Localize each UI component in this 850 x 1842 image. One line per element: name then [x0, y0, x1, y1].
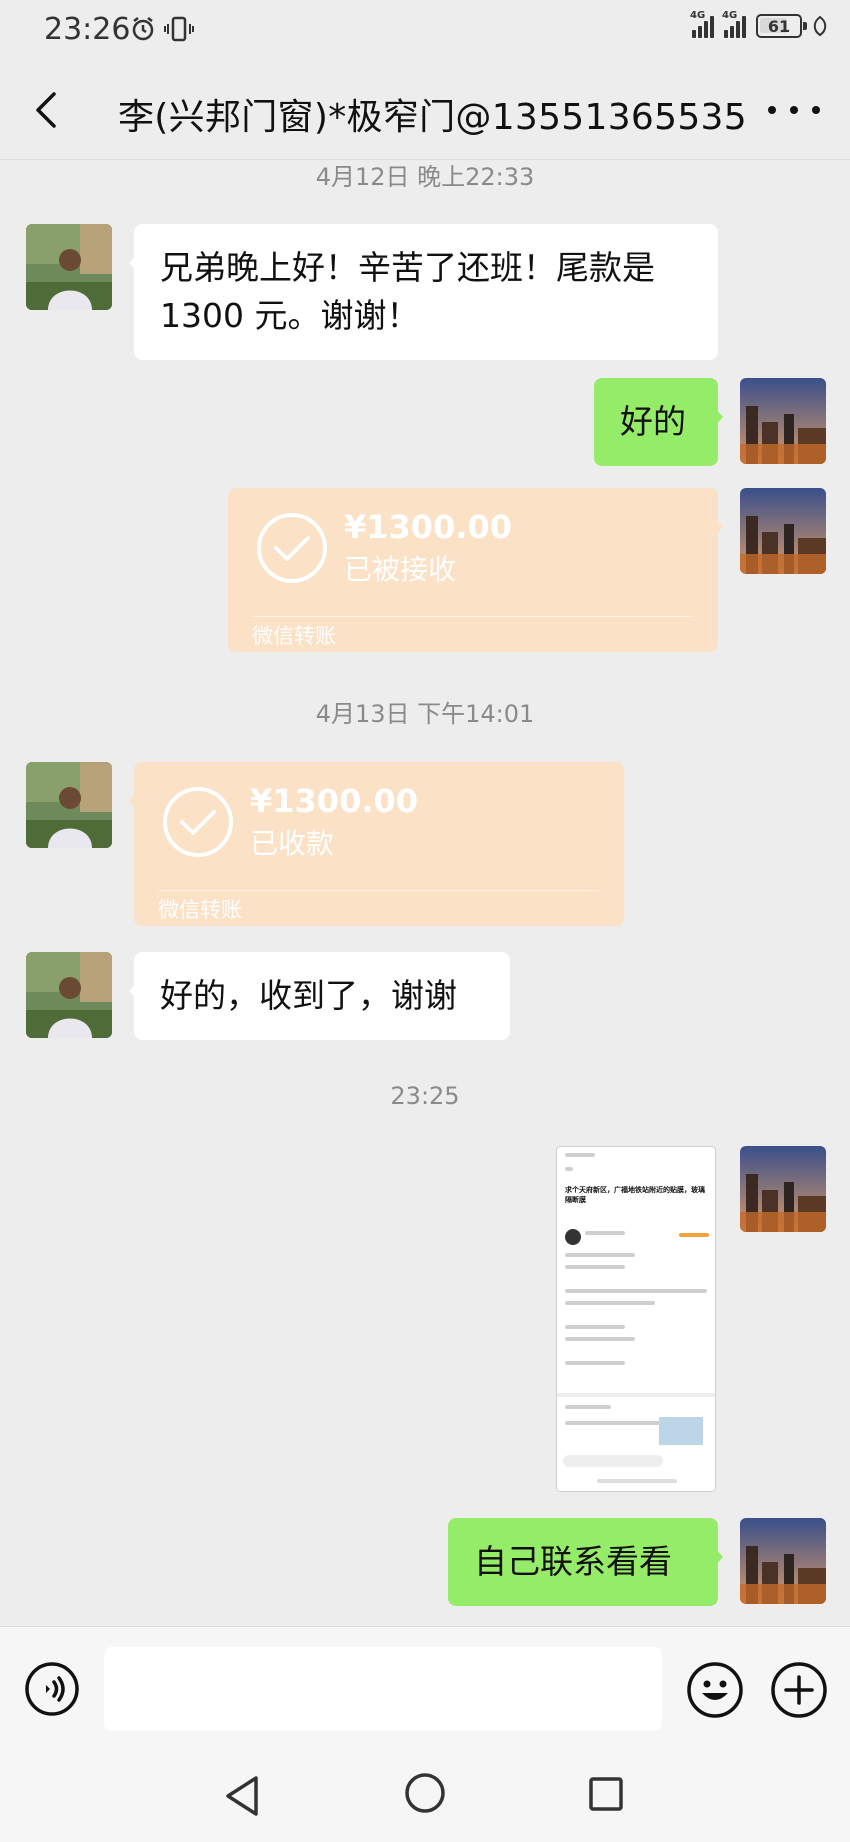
mini-line	[565, 1265, 625, 1269]
system-nav-bar	[0, 1750, 850, 1842]
mini-line	[565, 1301, 655, 1305]
timestamp: 4月12日 晚上22:33	[315, 163, 535, 191]
more-dot	[768, 106, 776, 114]
timestamp: 23:25	[390, 1082, 460, 1110]
transfer-divider	[158, 890, 600, 891]
emoji-button[interactable]	[686, 1661, 744, 1719]
message-bubble-incoming[interactable]: 好的，收到了，谢谢	[129, 952, 510, 1040]
signal-icon-1: 4G	[690, 10, 714, 38]
image-message[interactable]: 求个天府新区，广福地铁站附近的贴膜，玻璃隔断膜	[556, 1146, 716, 1492]
voice-button[interactable]	[24, 1661, 80, 1717]
transfer-divider	[252, 616, 694, 617]
mini-line	[565, 1253, 635, 1257]
message-input[interactable]	[104, 1647, 662, 1731]
my-avatar[interactable]	[740, 1146, 826, 1232]
message-bubble-outgoing[interactable]: 好的	[594, 378, 723, 466]
contact-avatar[interactable]	[26, 762, 112, 848]
mini-line	[585, 1231, 625, 1235]
mini-line	[565, 1421, 661, 1425]
my-avatar[interactable]	[740, 378, 826, 464]
nav-recent-button[interactable]	[588, 1776, 624, 1812]
back-button[interactable]	[24, 86, 72, 134]
message-bubble-outgoing[interactable]: 自己联系看看	[448, 1518, 723, 1606]
status-bar: 23:26 4G 4G 61	[0, 0, 850, 60]
check-circle-icon	[257, 513, 327, 583]
transfer-card-outgoing[interactable]: ¥1300.00 已被接收 微信转账	[228, 488, 723, 652]
mini-avatar	[565, 1229, 581, 1245]
mini-thumbnail	[659, 1417, 703, 1445]
message-bubble-incoming[interactable]: 兄弟晚上好！辛苦了还班！尾款是1300 元。谢谢！	[129, 224, 718, 360]
transfer-amount: ¥1300.00	[250, 782, 419, 820]
mini-line	[565, 1405, 611, 1409]
transfer-amount: ¥1300.00	[344, 508, 513, 546]
mini-follow	[679, 1233, 709, 1237]
my-avatar[interactable]	[740, 1518, 826, 1604]
signal-icon-2: 4G	[722, 10, 746, 38]
transfer-footer: 微信转账	[158, 898, 242, 922]
battery-icon: 61	[756, 14, 807, 38]
chat-title: 李(兴邦门窗)*极窄门@13551365535	[118, 97, 747, 138]
leaf-icon	[813, 15, 827, 37]
transfer-status: 已被接收	[344, 553, 457, 586]
contact-avatar[interactable]	[26, 952, 112, 1038]
transfer-status: 已收款	[250, 827, 335, 860]
image-title: 求个天府新区，广福地铁站附近的贴膜，玻璃隔断膜	[565, 1186, 705, 1204]
mini-line	[565, 1337, 635, 1341]
input-bar	[0, 1626, 850, 1750]
more-options-button[interactable]	[768, 92, 820, 128]
mini-comment	[563, 1455, 663, 1467]
mini-line	[565, 1289, 707, 1293]
mini-back	[565, 1167, 573, 1171]
nav-back-button[interactable]	[222, 1774, 262, 1818]
transfer-footer: 微信转账	[252, 624, 336, 648]
vibrate-icon	[164, 16, 194, 42]
mini-line	[565, 1361, 625, 1365]
mini-line	[565, 1325, 625, 1329]
contact-avatar[interactable]	[26, 224, 112, 310]
more-dot	[812, 106, 820, 114]
timestamp: 4月13日 下午14:01	[315, 700, 535, 728]
mini-nav	[597, 1479, 677, 1483]
status-time: 23:26	[44, 12, 131, 47]
chat-header: 李(兴邦门窗)*极窄门@13551365535	[0, 60, 850, 160]
mini-status-bar	[565, 1153, 595, 1157]
transfer-card-incoming[interactable]: ¥1300.00 已收款 微信转账	[129, 762, 624, 926]
status-indicators: 4G 4G 61	[690, 10, 828, 38]
check-circle-icon	[163, 787, 233, 857]
my-avatar[interactable]	[740, 488, 826, 574]
plus-button[interactable]	[770, 1661, 828, 1719]
alarm-icon	[132, 17, 154, 41]
more-dot	[790, 106, 798, 114]
nav-home-button[interactable]	[404, 1772, 446, 1814]
mini-divider	[557, 1393, 715, 1397]
